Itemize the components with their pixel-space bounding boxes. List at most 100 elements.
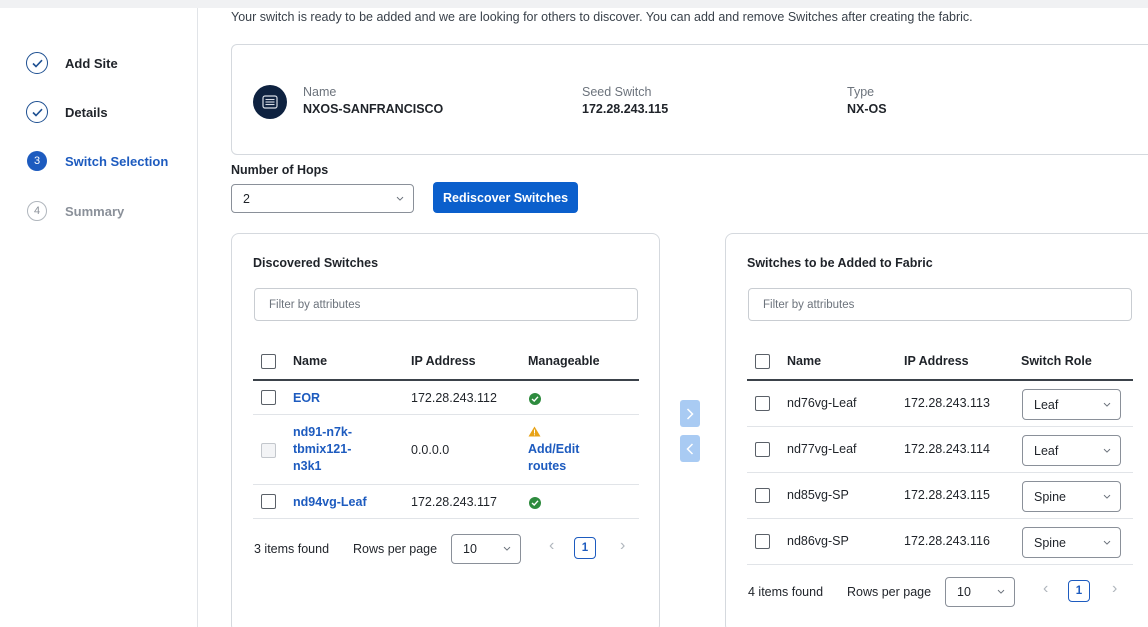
- switch-name: nd77vg-Leaf: [787, 442, 857, 456]
- table-row: nd86vg-SP 172.28.243.116 Spine: [747, 520, 1133, 565]
- discovered-switches-panel: Discovered Switches Filter by attributes…: [231, 233, 660, 627]
- column-header: IP Address: [411, 354, 476, 368]
- filter-input[interactable]: Filter by attributes: [748, 288, 1132, 321]
- step-switch-selection[interactable]: 3 Switch Selection: [26, 151, 168, 171]
- chevron-down-icon: [1103, 448, 1111, 453]
- seed-switch-field: Seed Switch 172.28.243.115: [582, 85, 668, 116]
- row-checkbox[interactable]: [755, 488, 770, 503]
- chevron-down-icon: [1103, 540, 1111, 545]
- rediscover-switches-button[interactable]: Rediscover Switches: [433, 182, 578, 213]
- ip-address: 172.28.243.114: [904, 442, 990, 456]
- row-checkbox[interactable]: [261, 494, 276, 509]
- step-number: 4: [27, 201, 47, 221]
- row-checkbox[interactable]: [755, 442, 770, 457]
- seed-type-label: Type: [847, 85, 875, 99]
- next-page-button[interactable]: ›: [1112, 580, 1117, 598]
- switch-role-select[interactable]: Leaf: [1022, 389, 1121, 420]
- select-all-checkbox[interactable]: [261, 354, 276, 369]
- hops-select[interactable]: 2: [231, 184, 414, 213]
- switch-name-link[interactable]: nd91-n7k- tbmix121- n3k1: [293, 424, 352, 475]
- rows-per-page-value: 10: [957, 585, 971, 599]
- switch-role-select[interactable]: Spine: [1022, 527, 1121, 558]
- prev-page-button[interactable]: ‹: [549, 537, 554, 555]
- page-number-button[interactable]: 1: [1068, 580, 1090, 602]
- check-icon: [26, 52, 48, 74]
- panel-title: Discovered Switches: [253, 256, 379, 270]
- switch-role-value: Spine: [1034, 535, 1066, 550]
- move-left-button[interactable]: [680, 435, 700, 462]
- switch-name-line: tbmix121-: [293, 442, 352, 456]
- filter-input[interactable]: Filter by attributes: [254, 288, 638, 321]
- chevron-down-icon: [1103, 494, 1111, 499]
- switches-to-add-panel: Switches to be Added to Fabric Filter by…: [725, 233, 1148, 627]
- row-checkbox[interactable]: [261, 390, 276, 405]
- rows-per-page-value: 10: [463, 542, 477, 556]
- switch-name: nd76vg-Leaf: [787, 396, 857, 410]
- rows-per-page-select[interactable]: 10: [945, 577, 1015, 607]
- ip-address: 172.28.243.112: [411, 391, 497, 405]
- check-circle-icon: [529, 393, 541, 405]
- table-row: nd76vg-Leaf 172.28.243.113 Leaf: [747, 382, 1133, 427]
- switch-role-value: Leaf: [1034, 397, 1059, 412]
- table-header: Name IP Address Manageable: [253, 345, 639, 381]
- seed-switch-value: 172.28.243.115: [582, 102, 669, 116]
- table-row: nd94vg-Leaf 172.28.243.117: [253, 486, 639, 519]
- seed-type-field: Type NX-OS: [847, 85, 887, 116]
- intro-text: Your switch is ready to be added and we …: [231, 10, 973, 24]
- chevron-down-icon: [396, 196, 404, 201]
- action-line: Add/Edit: [528, 442, 580, 456]
- switch-name-line: nd91-n7k-: [293, 425, 353, 439]
- seed-name-field: Name NXOS-SANFRANCISCO: [303, 85, 443, 116]
- table-row: EOR 172.28.243.112: [253, 382, 639, 415]
- items-found: 4 items found: [748, 585, 824, 599]
- seed-name-label: Name: [303, 85, 337, 99]
- rows-per-page-select[interactable]: 10: [451, 534, 521, 564]
- row-checkbox[interactable]: [755, 534, 770, 549]
- move-right-button[interactable]: [680, 400, 700, 427]
- table-row: nd85vg-SP 172.28.243.115 Spine: [747, 474, 1133, 519]
- step-label: Details: [65, 104, 108, 120]
- switch-name: nd85vg-SP: [787, 488, 849, 502]
- seed-switch-label: Seed Switch: [582, 85, 652, 99]
- row-checkbox-disabled: [261, 443, 276, 458]
- step-label: Summary: [65, 203, 125, 219]
- step-details[interactable]: Details: [26, 101, 108, 123]
- step-label: Add Site: [65, 55, 118, 71]
- chevron-right-icon: [686, 407, 694, 420]
- switch-role-select[interactable]: Leaf: [1022, 435, 1121, 466]
- switch-name-link[interactable]: EOR: [293, 391, 320, 405]
- prev-page-button[interactable]: ‹: [1043, 580, 1048, 598]
- column-header: IP Address: [904, 354, 969, 368]
- wizard-sidebar: Add Site Details 3 Switch Selection 4 Su…: [0, 8, 198, 627]
- chevron-down-icon: [1103, 402, 1111, 407]
- warning-icon: [528, 426, 541, 437]
- column-header: Name: [787, 354, 822, 368]
- seed-name-value: NXOS-SANFRANCISCO: [303, 102, 444, 116]
- add-edit-routes-link[interactable]: Add/Edit routes: [528, 441, 579, 475]
- check-circle-icon: [529, 497, 541, 509]
- step-add-site[interactable]: Add Site: [26, 52, 118, 74]
- step-label: Switch Selection: [65, 153, 169, 169]
- column-header: Name: [293, 354, 328, 368]
- column-header: Manageable: [528, 354, 600, 368]
- table-header: Name IP Address Switch Role: [747, 345, 1133, 381]
- table-row: nd77vg-Leaf 172.28.243.114 Leaf: [747, 428, 1133, 473]
- next-page-button[interactable]: ›: [620, 537, 625, 555]
- action-line: routes: [528, 459, 567, 473]
- chevron-left-icon: [686, 442, 694, 455]
- switch-name-link[interactable]: nd94vg-Leaf: [293, 495, 367, 509]
- switch-role-select[interactable]: Spine: [1022, 481, 1121, 512]
- page-number-button[interactable]: 1: [574, 537, 596, 559]
- ip-address: 0.0.0.0: [411, 443, 450, 457]
- seed-switch-card: Name NXOS-SANFRANCISCO Seed Switch 172.2…: [231, 44, 1148, 155]
- check-icon: [26, 101, 48, 123]
- step-number: 3: [27, 151, 47, 171]
- switch-name-line: n3k1: [293, 459, 322, 473]
- row-checkbox[interactable]: [755, 396, 770, 411]
- hops-value: 2: [243, 191, 250, 206]
- ip-address: 172.28.243.115: [904, 488, 990, 502]
- ip-address: 172.28.243.116: [904, 534, 990, 548]
- step-summary[interactable]: 4 Summary: [26, 201, 124, 221]
- select-all-checkbox[interactable]: [755, 354, 770, 369]
- switch-role-value: Leaf: [1034, 443, 1059, 458]
